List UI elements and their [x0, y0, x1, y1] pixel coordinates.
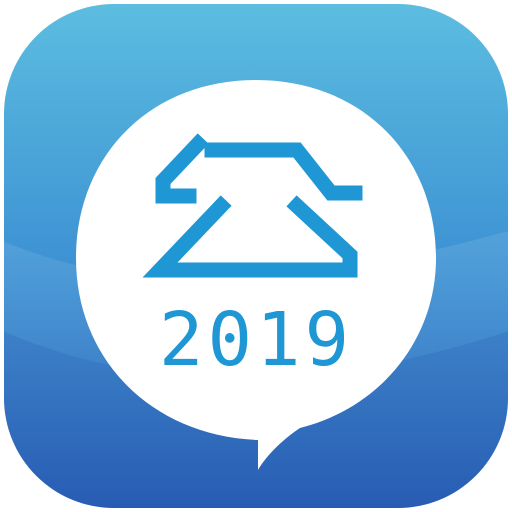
- app-icon-artwork: 公 2019: [4, 4, 508, 508]
- year-label: 2019: [159, 297, 353, 383]
- app-icon[interactable]: 公 2019: [0, 0, 512, 512]
